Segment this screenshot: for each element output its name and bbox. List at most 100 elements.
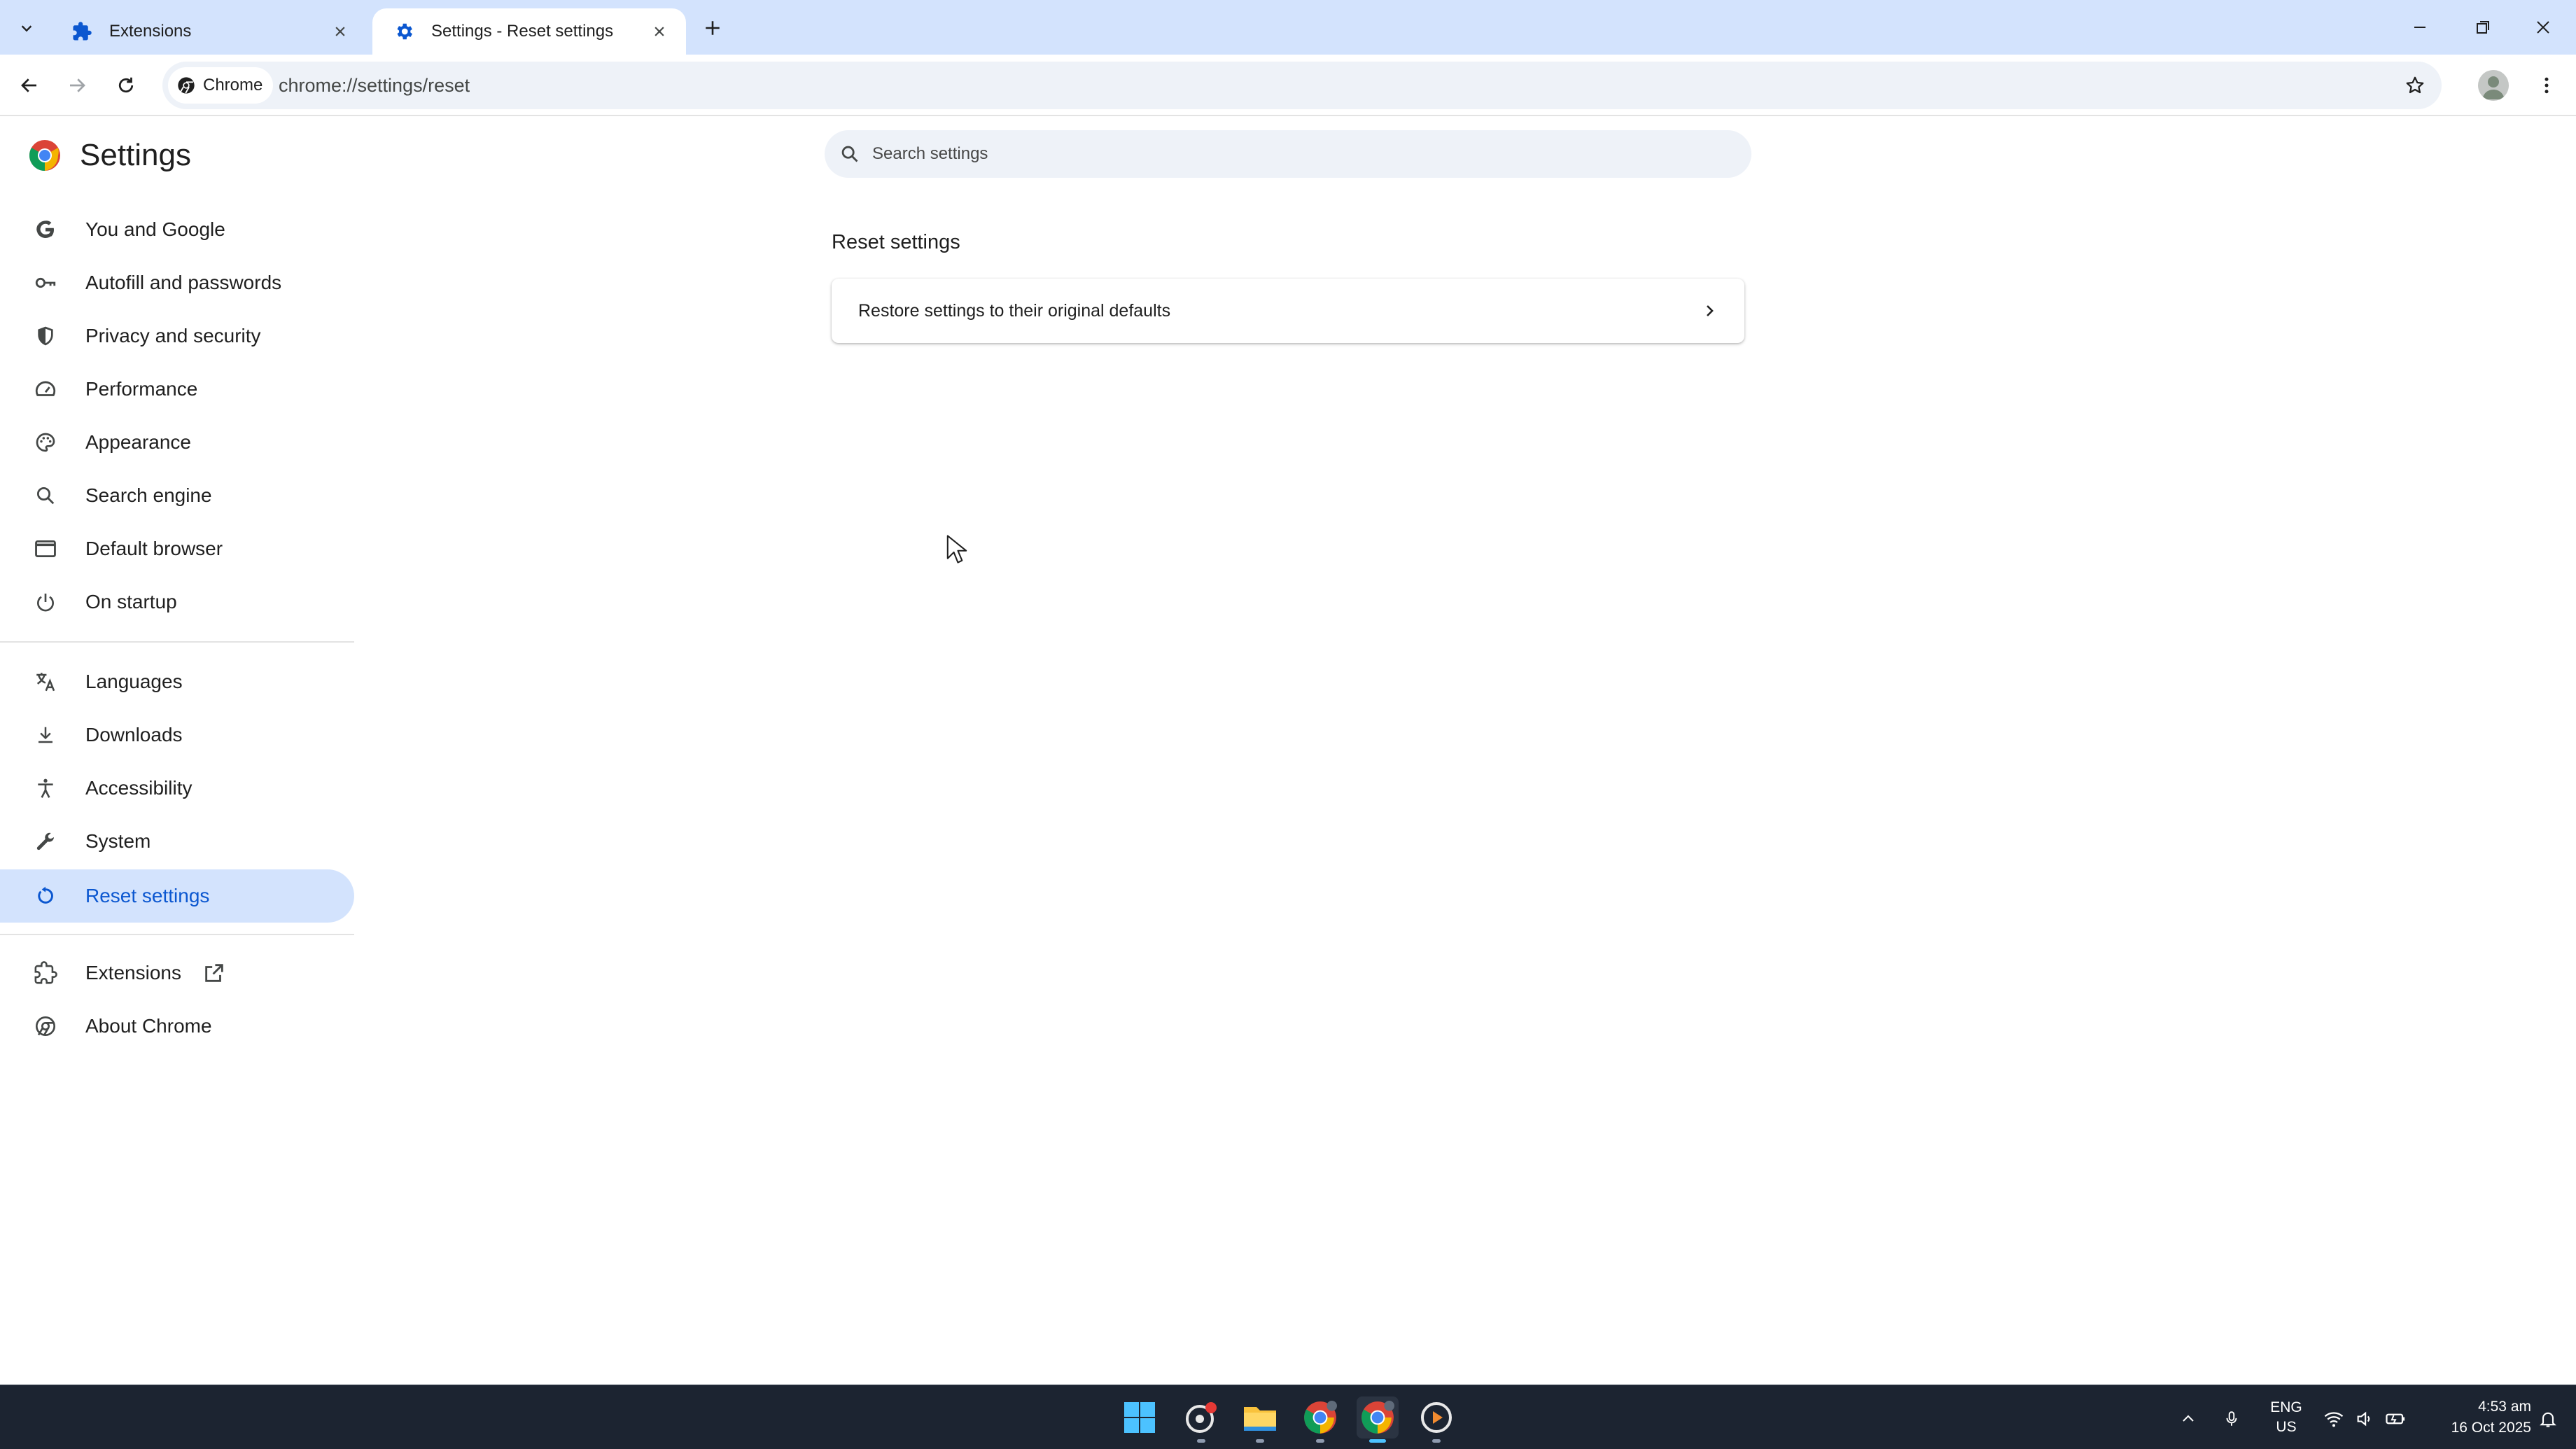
sidebar-item-reset-settings[interactable]: Reset settings bbox=[0, 869, 354, 923]
tab-search-button[interactable] bbox=[8, 10, 45, 46]
battery-tray[interactable] bbox=[2383, 1406, 2408, 1432]
search-input[interactable] bbox=[872, 144, 1712, 164]
sidebar-item-search-engine[interactable]: Search engine bbox=[0, 469, 354, 522]
chrome-icon bbox=[34, 1014, 57, 1038]
sidebar-item-performance[interactable]: Performance bbox=[0, 363, 354, 416]
chrome-logo-icon bbox=[29, 140, 60, 172]
tab-extensions[interactable]: Extensions bbox=[50, 8, 367, 55]
taskbar-app-recorder[interactable] bbox=[1180, 1396, 1222, 1443]
system-clock[interactable]: 4:53 am 16 Oct 2025 bbox=[2419, 1396, 2531, 1438]
page-title: Settings bbox=[80, 138, 191, 172]
speaker-icon bbox=[2357, 1411, 2370, 1427]
close-icon[interactable] bbox=[647, 19, 672, 44]
sidebar-item-label: Languages bbox=[85, 671, 183, 692]
sidebar-item-label: Search engine bbox=[85, 484, 212, 506]
sidebar-item-accessibility[interactable]: Accessibility bbox=[0, 762, 354, 815]
taskbar-app-media-player[interactable] bbox=[1415, 1396, 1457, 1443]
sidebar-item-autofill[interactable]: Autofill and passwords bbox=[0, 256, 354, 309]
search-icon bbox=[34, 484, 57, 507]
sidebar-item-label: Autofill and passwords bbox=[85, 272, 282, 293]
close-window-button[interactable] bbox=[2524, 10, 2562, 45]
download-icon bbox=[34, 723, 57, 747]
active-indicator bbox=[1369, 1439, 1386, 1443]
language-indicator[interactable]: ENG US bbox=[2265, 1398, 2307, 1437]
taskbar-app-explorer[interactable] bbox=[1239, 1396, 1281, 1443]
volume-tray[interactable] bbox=[2352, 1406, 2377, 1432]
google-g-icon bbox=[34, 218, 57, 241]
person-icon bbox=[2482, 76, 2505, 99]
taskbar: ENG US 4:53 am 16 Oct 2025 bbox=[0, 1385, 2576, 1449]
restore-icon bbox=[2477, 21, 2489, 34]
sidebar-item-label: Extensions bbox=[85, 962, 181, 983]
sidebar-item-on-startup[interactable]: On startup bbox=[0, 575, 354, 629]
sidebar-divider bbox=[0, 641, 354, 643]
sidebar-item-label: You and Google bbox=[85, 218, 225, 240]
section-title: Reset settings bbox=[832, 231, 960, 253]
sidebar-item-you-and-google[interactable]: You and Google bbox=[0, 203, 354, 256]
chip-label: Chrome bbox=[203, 76, 263, 94]
site-info-chip[interactable]: Chrome bbox=[168, 67, 273, 104]
tab-strip: Extensions Settings - Reset settings bbox=[0, 0, 2576, 55]
running-indicator bbox=[1197, 1439, 1205, 1443]
restore-defaults-row[interactable]: Restore settings to their original defau… bbox=[832, 279, 1744, 343]
settings-header: Settings bbox=[28, 133, 191, 178]
chrome-menu-button[interactable] bbox=[2528, 67, 2565, 104]
start-button[interactable] bbox=[1119, 1396, 1161, 1438]
close-icon bbox=[2537, 21, 2549, 34]
wifi-tray[interactable] bbox=[2321, 1406, 2346, 1432]
tab-title: Extensions bbox=[109, 22, 192, 41]
star-icon bbox=[2406, 76, 2424, 94]
sidebar-item-appearance[interactable]: Appearance bbox=[0, 416, 354, 469]
file-explorer-icon bbox=[1244, 1407, 1276, 1431]
language-region: US bbox=[2276, 1419, 2297, 1435]
sidebar-item-label: Appearance bbox=[85, 431, 192, 453]
restore-button[interactable] bbox=[2464, 10, 2502, 45]
forward-button[interactable] bbox=[57, 66, 97, 105]
back-button[interactable] bbox=[10, 66, 49, 105]
sidebar-item-label: Privacy and security bbox=[85, 325, 261, 346]
minimize-button[interactable] bbox=[2401, 10, 2439, 45]
sidebar-item-label: Downloads bbox=[85, 724, 183, 746]
open-in-new-icon bbox=[205, 964, 223, 982]
sidebar-divider bbox=[0, 934, 354, 935]
microphone-tray[interactable] bbox=[2219, 1406, 2244, 1432]
url-text[interactable]: chrome://settings/reset bbox=[279, 62, 470, 109]
sidebar-item-default-browser[interactable]: Default browser bbox=[0, 522, 354, 575]
reload-icon bbox=[118, 77, 134, 93]
sidebar-item-about-chrome[interactable]: About Chrome bbox=[0, 1000, 354, 1053]
chrome-icon bbox=[1362, 1401, 1394, 1434]
wifi-icon bbox=[2324, 1412, 2344, 1427]
sidebar-item-extensions[interactable]: Extensions bbox=[0, 946, 354, 1000]
profile-avatar[interactable] bbox=[2478, 70, 2509, 101]
accessibility-icon bbox=[34, 776, 57, 800]
reset-icon bbox=[34, 884, 57, 908]
translate-icon bbox=[34, 670, 57, 694]
taskbar-app-chrome[interactable] bbox=[1299, 1396, 1341, 1443]
bookmark-button[interactable] bbox=[2398, 69, 2432, 102]
sidebar-item-system[interactable]: System bbox=[0, 815, 354, 868]
sidebar-item-label: About Chrome bbox=[85, 1015, 212, 1037]
settings-search[interactable] bbox=[825, 130, 1751, 178]
browser-toolbar: Chrome chrome://settings/reset bbox=[0, 55, 2576, 116]
plus-icon bbox=[706, 21, 720, 35]
battery-icon bbox=[2386, 1413, 2405, 1424]
wrench-icon bbox=[34, 830, 57, 853]
sidebar-item-downloads[interactable]: Downloads bbox=[0, 708, 354, 762]
sidebar-item-privacy[interactable]: Privacy and security bbox=[0, 309, 354, 363]
sidebar-item-languages[interactable]: Languages bbox=[0, 655, 354, 708]
notifications-button[interactable] bbox=[2535, 1406, 2561, 1432]
tab-settings[interactable]: Settings - Reset settings bbox=[372, 8, 686, 55]
taskbar-app-chrome-active[interactable] bbox=[1357, 1396, 1399, 1443]
new-tab-button[interactable] bbox=[697, 13, 728, 43]
reload-button[interactable] bbox=[106, 66, 146, 105]
chrome-icon bbox=[1304, 1401, 1337, 1434]
show-hidden-icons-button[interactable] bbox=[2176, 1406, 2201, 1432]
chrome-icon bbox=[178, 77, 195, 94]
shield-icon bbox=[34, 324, 57, 348]
close-icon[interactable] bbox=[328, 19, 353, 44]
sidebar-item-label: Performance bbox=[85, 378, 198, 400]
chevron-down-icon bbox=[21, 25, 32, 32]
address-bar[interactable]: Chrome chrome://settings/reset bbox=[162, 62, 2442, 109]
power-icon bbox=[34, 590, 57, 614]
start-icon bbox=[1124, 1402, 1155, 1433]
